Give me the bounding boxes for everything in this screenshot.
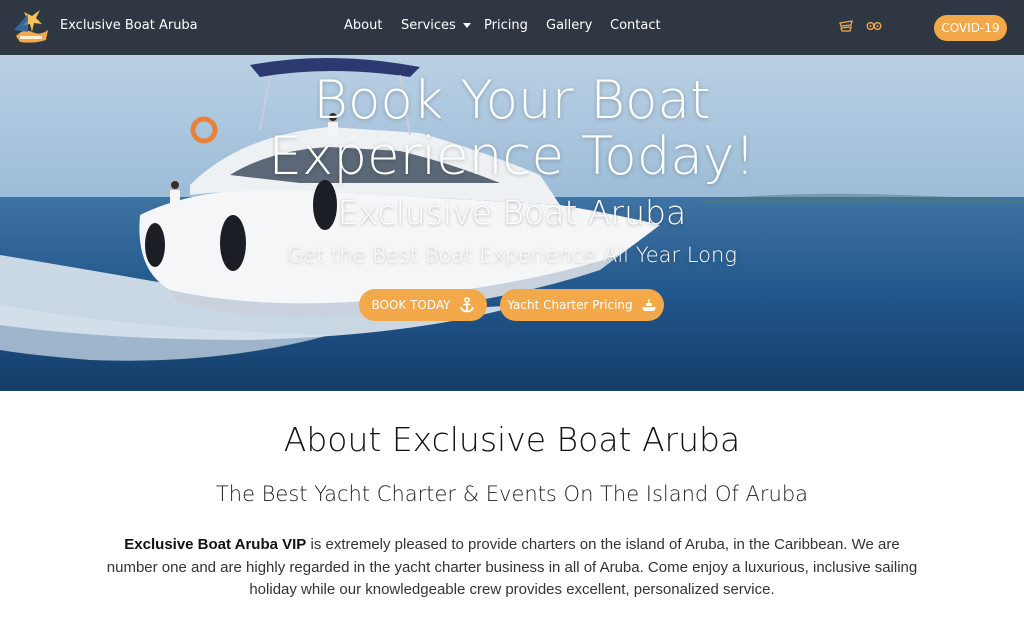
- hero-title: Book Your Boat Experience Today!: [268, 70, 756, 187]
- yacht-charter-pricing-button[interactable]: Yacht Charter Pricing: [500, 289, 664, 321]
- covid-19-button[interactable]: COVID-19: [934, 15, 1007, 41]
- nav-link-contact[interactable]: Contact: [610, 18, 661, 33]
- top-navbar: Exclusive Boat Aruba About Services Pric…: [0, 0, 1024, 55]
- tripadvisor-review-icon[interactable]: [839, 20, 853, 32]
- brand-logo[interactable]: [10, 6, 52, 48]
- book-today-button[interactable]: BOOK TODAY: [359, 289, 487, 321]
- about-subtitle: The Best Yacht Charter & Events On The I…: [215, 482, 809, 506]
- hero-tagline: Get the Best Boat Experience All Year Lo…: [287, 243, 737, 267]
- tripadvisor-icon[interactable]: [866, 20, 882, 32]
- book-today-label: BOOK TODAY: [371, 298, 451, 312]
- nav-link-gallery[interactable]: Gallery: [546, 18, 592, 33]
- nav-link-about[interactable]: About: [344, 18, 382, 33]
- nav-link-services-label: Services: [401, 18, 456, 33]
- about-paragraph: Exclusive Boat Aruba VIP is extremely pl…: [104, 534, 920, 602]
- hero-section: Book Your Boat Experience Today! Exclusi…: [0, 55, 1024, 391]
- chevron-down-icon: [462, 23, 471, 28]
- yacht-charter-pricing-label: Yacht Charter Pricing: [507, 298, 633, 312]
- anchor-icon: [459, 297, 474, 313]
- about-title: About Exclusive Boat Aruba: [283, 420, 741, 459]
- about-bold-brand: Exclusive Boat Aruba VIP: [124, 536, 307, 553]
- nav-link-services[interactable]: Services: [401, 18, 471, 33]
- brand-name[interactable]: Exclusive Boat Aruba: [60, 18, 198, 33]
- boat-icon: [641, 299, 656, 311]
- nav-link-pricing[interactable]: Pricing: [484, 18, 528, 33]
- hero-subtitle: Exclusive Boat Aruba: [337, 193, 687, 232]
